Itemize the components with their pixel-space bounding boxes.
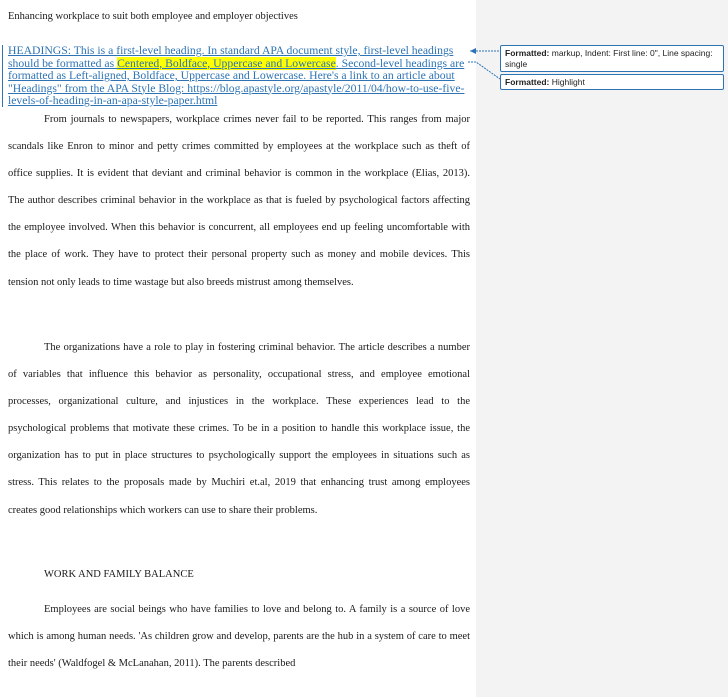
comment-balloon-formatted-highlight[interactable]: Formatted: Highlight	[500, 74, 724, 90]
paragraph-2[interactable]: The organizations have a role to play in…	[8, 334, 470, 524]
running-head: Enhancing workplace to suit both employe…	[8, 11, 298, 22]
tracked-change-note[interactable]: HEADINGS: This is a first-level heading.…	[2, 44, 470, 108]
change-bar	[2, 45, 3, 107]
paragraph-text: Employees are social beings who have fam…	[8, 604, 470, 670]
comment-label: Formatted:	[505, 48, 550, 58]
comment-text: Highlight	[549, 77, 585, 87]
paragraph-3[interactable]: Employees are social beings who have fam…	[8, 596, 470, 677]
paragraph-text: The organizations have a role to play in…	[8, 342, 470, 516]
highlighted-text: Centered, Boldface, Uppercase and Lowerc…	[117, 56, 336, 70]
document-page[interactable]: Enhancing workplace to suit both employe…	[0, 0, 476, 697]
section-heading: WORK AND FAMILY BALANCE	[44, 569, 194, 580]
paragraph-text: From journals to newspapers, workplace c…	[8, 114, 470, 288]
comment-label: Formatted:	[505, 77, 550, 87]
paragraph-1[interactable]: From journals to newspapers, workplace c…	[8, 106, 470, 296]
markup-margin-pane	[476, 0, 728, 697]
comment-balloon-formatted-markup[interactable]: Formatted: markup, Indent: First line: 0…	[500, 45, 724, 72]
